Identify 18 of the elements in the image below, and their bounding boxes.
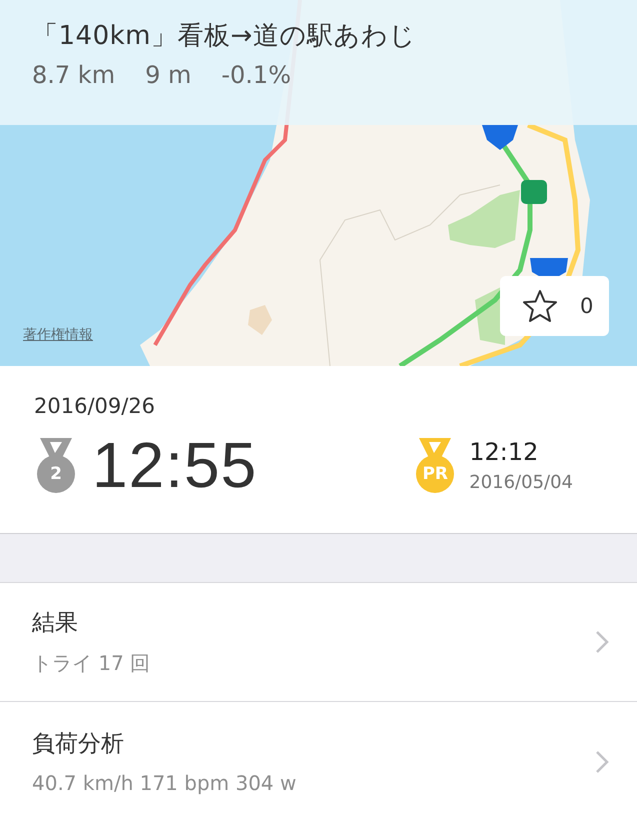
pr-date: 2016/05/04 [469, 472, 573, 492]
chevron-icon [595, 750, 609, 774]
row-title: 負荷分析 [32, 730, 124, 759]
chevron-icon [595, 630, 609, 654]
row-title: 結果 [32, 609, 78, 638]
copyright-link[interactable]: 著作権情報 [23, 326, 93, 344]
row-subtitle: 40.7 km/h 171 bpm 304 w [32, 771, 296, 795]
segment-title: 「140km」看板→道の駅あわじ [32, 20, 416, 53]
star-button[interactable]: 0 [500, 276, 609, 336]
list-row[interactable]: 結果 トライ 17 回 [0, 583, 637, 702]
pr-time: 12:12 [469, 438, 540, 466]
effort-time: 12:55 [92, 428, 258, 502]
row-subtitle: トライ 17 回 [32, 650, 150, 677]
list-row[interactable]: 負荷分析 40.7 km/h 171 bpm 304 w [0, 702, 637, 820]
grade-stat: -0.1% [221, 61, 291, 89]
distance-stat: 8.7 km [32, 61, 116, 89]
effort-date: 2016/09/26 [34, 394, 156, 418]
elevation-stat: 9 m [145, 61, 192, 89]
